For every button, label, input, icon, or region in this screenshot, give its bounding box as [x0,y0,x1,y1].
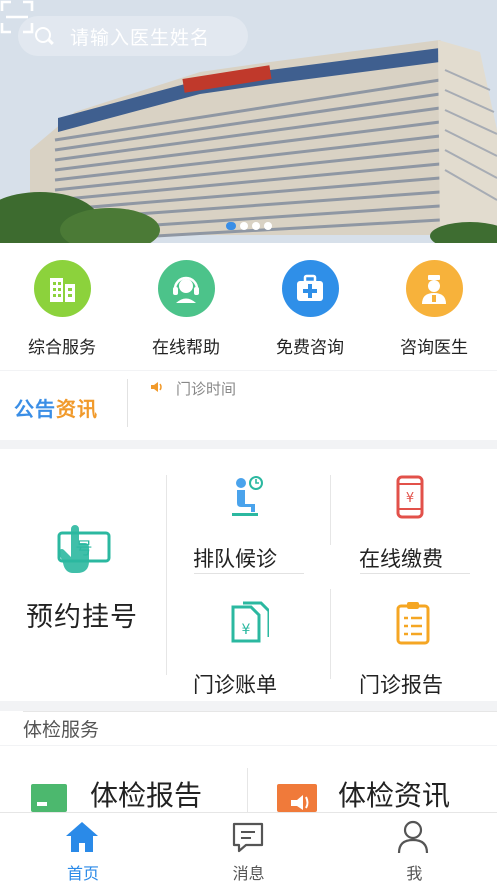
tab-label: 我 [406,864,423,883]
outpatient-bill-card[interactable]: ¥ 门诊账单 [182,585,312,705]
report-clipboard-icon [396,602,430,645]
queue-label: 排队候诊 [193,547,277,571]
svg-text:¥: ¥ [242,622,251,638]
exam-report-link[interactable]: 体检报告 [90,774,202,814]
doctor-search-bar[interactable]: 请输入医生姓名 [18,16,248,56]
divider [23,711,497,712]
carousel-dot[interactable] [240,222,248,230]
building-icon [33,260,91,317]
speaker-icon [151,382,162,392]
services-grid: 号 预约挂号 排队候诊 ¥ 在线缴费 [0,449,497,701]
doctor-icon [405,260,463,317]
divider [330,589,331,679]
quick-item-label: 免费咨询 [276,338,344,358]
section-title: 体检服务 [23,719,100,741]
tab-me[interactable]: 我 [331,813,497,883]
announcement-bar[interactable]: 公告资讯 门诊时间 [0,371,497,440]
divider [166,475,167,675]
mobile-payment-icon: ¥ [396,475,424,519]
announcement-text[interactable]: 门诊时间 [176,378,236,399]
divider [330,475,331,545]
scan-icon[interactable] [0,0,34,34]
exam-section-header: 体检服务 [0,711,497,745]
payment-label: 在线缴费 [359,547,443,571]
quick-item-label: 综合服务 [28,338,96,358]
queue-seat-icon [232,476,263,516]
bill-label: 门诊账单 [193,673,277,697]
headset-icon [157,260,215,317]
search-icon [34,26,54,46]
message-icon [232,822,263,853]
user-icon [398,820,429,854]
announcement-tag: 公告资讯 [14,393,98,422]
register-ticket-icon: 号 [57,525,111,573]
exam-news-icon[interactable] [277,784,317,812]
outpatient-report-card[interactable]: 门诊报告 [348,585,478,705]
carousel-indicator [226,222,272,230]
bill-document-icon: ¥ [231,601,269,643]
quick-item-label: 咨询医生 [400,338,468,358]
search-placeholder: 请输入医生姓名 [70,26,211,49]
tab-home[interactable]: 首页 [0,813,166,883]
appointment-register-card[interactable]: 号 预约挂号 [0,449,166,701]
divider [127,379,128,427]
home-icon [66,822,98,852]
divider [194,573,304,574]
quick-item-comprehensive-service[interactable]: 综合服务 [0,243,124,370]
exam-report-icon[interactable] [31,784,67,812]
quick-item-free-consult[interactable]: 免费咨询 [248,243,372,370]
carousel-dot[interactable] [226,222,236,230]
tab-label: 消息 [232,864,265,883]
register-label: 预约挂号 [26,602,138,633]
quick-menu: 综合服务 在线帮助 免费咨询 咨询医生 [0,243,497,370]
carousel-dot[interactable] [252,222,260,230]
quick-item-online-help[interactable]: 在线帮助 [124,243,248,370]
announcement-tag-part: 公告 [14,397,56,421]
online-payment-card[interactable]: ¥ 在线缴费 [348,459,478,579]
tab-messages[interactable]: 消息 [166,813,332,883]
announcement-tag-part: 资讯 [56,397,98,421]
exam-news-link[interactable]: 体检资讯 [338,774,450,814]
bottom-tab-bar: 首页 消息 我 [0,812,497,883]
app-screen: 请输入医生姓名 综合服务 在线帮助 免费咨询 咨询医生 公告资讯 门诊时间 预约… [0,0,497,883]
quick-item-ask-doctor[interactable]: 咨询医生 [372,243,496,370]
carousel-dot[interactable] [264,222,272,230]
report-label: 门诊报告 [359,673,443,697]
divider [360,573,470,574]
quick-item-label: 在线帮助 [152,338,220,358]
tab-label: 首页 [66,864,99,883]
hospital-banner[interactable]: 请输入医生姓名 [0,0,497,243]
queue-waiting-card[interactable]: 排队候诊 [182,459,312,579]
svg-text:¥: ¥ [406,491,414,506]
medical-kit-icon [281,260,339,317]
